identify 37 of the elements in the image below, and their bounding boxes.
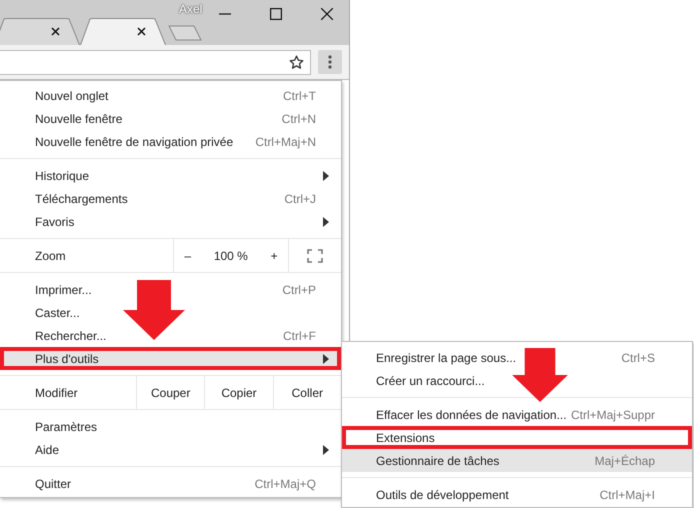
menu-item[interactable]: Imprimer... Ctrl+P <box>0 278 341 301</box>
menu-button[interactable] <box>318 50 342 74</box>
menu-item[interactable]: Aide <box>0 438 341 461</box>
zoom-value: 100 % <box>212 248 249 262</box>
menu-item[interactable]: Rechercher... Ctrl+F <box>0 324 341 347</box>
menu-item[interactable]: Nouvelle fenêtre Ctrl+N <box>0 107 341 130</box>
close-icon[interactable] <box>137 27 146 36</box>
menu-item[interactable]: Outils de développement Ctrl+Maj+I <box>342 483 692 506</box>
menu-item[interactable]: Caster... <box>0 301 341 324</box>
edit-label: Modifier <box>34 384 79 402</box>
menu-item[interactable]: Quitter Ctrl+Maj+Q <box>0 472 341 495</box>
menu-item[interactable]: Enregistrer la page sous... Ctrl+S <box>342 346 692 369</box>
arrow-icon <box>123 280 185 340</box>
star-icon[interactable] <box>289 54 304 70</box>
menu-item[interactable]: Créer un raccourci... <box>342 369 692 392</box>
submenu-arrow-icon <box>323 170 329 180</box>
menu-item[interactable]: Historique <box>0 164 341 187</box>
menu-item[interactable]: Favoris <box>0 210 341 233</box>
zoom-in-button[interactable]: + <box>266 246 282 264</box>
close-icon[interactable] <box>51 27 60 36</box>
zoom-label: Zoom <box>34 248 67 264</box>
menu-item[interactable]: Téléchargements Ctrl+J <box>0 187 341 210</box>
menu-item[interactable]: Plus d'outils <box>0 347 341 370</box>
submenu-arrow-icon <box>323 444 329 454</box>
zoom-out-button[interactable]: – <box>180 246 196 264</box>
submenu-arrow-icon <box>323 354 329 364</box>
menu-item[interactable]: Paramètres <box>0 415 341 438</box>
fullscreen-icon[interactable] <box>307 248 323 262</box>
menu-item[interactable]: Gestionnaire de tâches Maj+Échap <box>342 449 692 472</box>
submenu-arrow-icon <box>323 216 329 226</box>
menu-item[interactable]: Nouvel onglet Ctrl+T <box>0 84 341 107</box>
menu-item[interactable]: Nouvelle fenêtre de navigation privée Ctrl+Maj+N <box>0 130 341 153</box>
menu-item[interactable]: Effacer les données de navigation... Ctrl+Maj+Suppr <box>342 403 692 426</box>
maximize-icon[interactable] <box>270 8 282 20</box>
menu-item[interactable]: Extensions <box>342 426 692 449</box>
close-icon[interactable] <box>321 8 333 20</box>
menu-icon <box>328 55 332 69</box>
